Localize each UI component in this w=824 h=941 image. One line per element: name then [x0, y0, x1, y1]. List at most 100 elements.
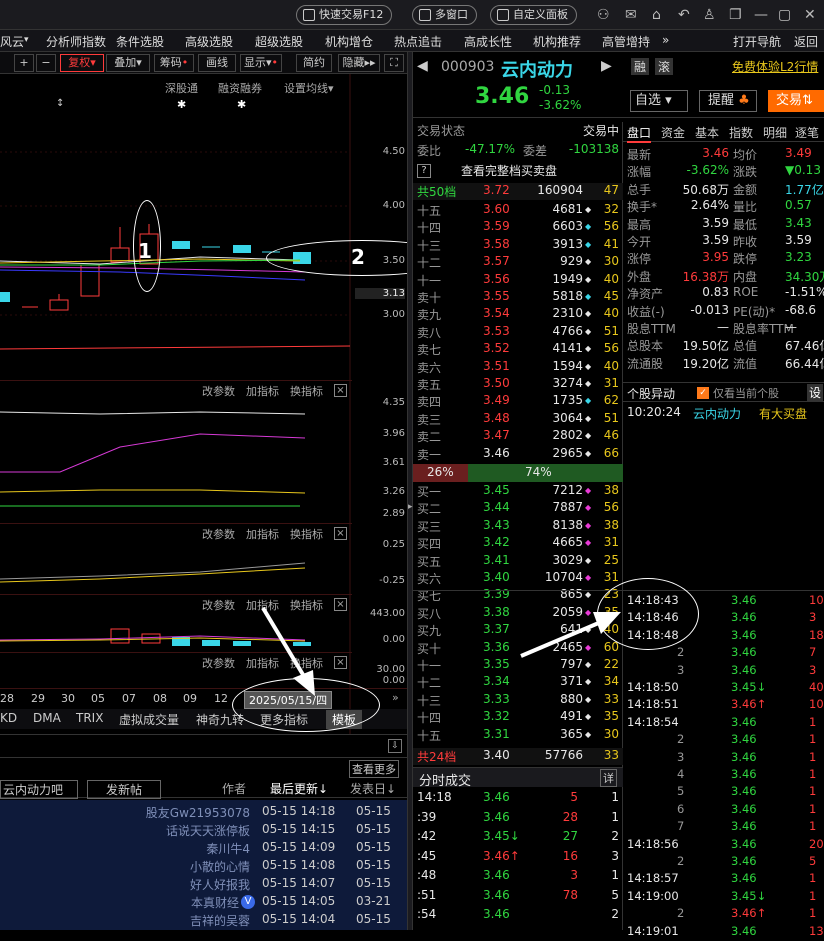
scroll-right-icon[interactable]: »: [392, 691, 399, 704]
l2-trial-link[interactable]: 免费体验L2行情: [732, 58, 818, 75]
ask-row[interactable]: 卖三 3.48 3064 ◆ 51: [413, 411, 623, 428]
new-post-button[interactable]: 发新帖: [87, 780, 161, 799]
menu-item[interactable]: 超级选股: [255, 33, 303, 50]
bid-row[interactable]: 买一 3.45 7212 ◆ 38: [413, 483, 623, 500]
user-icon[interactable]: ⚇: [597, 7, 610, 23]
tick-row[interactable]: 4 3.46 1: [627, 767, 824, 784]
indicator-tab[interactable]: KD: [0, 711, 17, 725]
menu-item[interactable]: 分析师指数: [46, 33, 106, 50]
zoom-in-button[interactable]: +: [14, 54, 34, 72]
menu-item[interactable]: 条件选股: [116, 33, 164, 50]
restore-icon[interactable]: ❐: [729, 7, 742, 23]
home-icon[interactable]: ⌂: [652, 7, 661, 23]
overlay-button[interactable]: 叠加▾: [106, 54, 150, 72]
bid-row[interactable]: 买三 3.43 8138 ◆ 38: [413, 518, 623, 535]
zoom-out-button[interactable]: −: [36, 54, 56, 72]
chips-button[interactable]: 筹码•: [154, 54, 194, 72]
multi-window-button[interactable]: 多窗口: [412, 5, 477, 25]
open-nav[interactable]: 打开导航: [733, 33, 781, 50]
alert-button[interactable]: 提醒 ♣: [699, 90, 757, 112]
ask-row[interactable]: 卖四 3.49 1735 ◆ 62: [413, 393, 623, 410]
edit-params[interactable]: 改参数: [202, 655, 235, 671]
ask-row[interactable]: 卖二 3.47 2802 ◆ 46: [413, 428, 623, 445]
bid-row[interactable]: 买四 3.42 4665 ◆ 31: [413, 535, 623, 552]
tick-row[interactable]: 5 3.46 1: [627, 784, 824, 801]
back-icon[interactable]: ↶: [678, 7, 690, 23]
forum-row[interactable]: 小散的心情 05-15 14:08 05-15: [0, 858, 407, 876]
forum-row[interactable]: 本真财经 V 05-15 14:05 03-21: [0, 894, 407, 912]
edit-params[interactable]: 改参数: [202, 526, 235, 542]
hide-button[interactable]: 隐藏▸▸: [338, 54, 380, 72]
tick-row[interactable]: 14:18:54 3.46 1: [627, 715, 824, 732]
menu-item[interactable]: 风云: [0, 33, 24, 50]
forum-row[interactable]: 吉祥的吴蓉 05-15 14:04 05-15: [0, 912, 407, 930]
movement-row[interactable]: 10:20:24 云内动力 有大买盘: [623, 405, 824, 423]
forum-row[interactable]: 好人好报我 05-15 14:07 05-15: [0, 876, 407, 894]
maximize-icon[interactable]: ▢: [778, 7, 791, 23]
tab-index[interactable]: 指数: [729, 124, 753, 141]
add-indicator[interactable]: 加指标: [246, 526, 279, 542]
swap-indicator[interactable]: 换指标: [290, 383, 323, 399]
custom-panel-button[interactable]: 自定义面板: [490, 5, 577, 25]
close-panel-icon[interactable]: ×: [334, 527, 347, 540]
checkbox-icon[interactable]: ✓: [697, 387, 709, 399]
bid-row[interactable]: 买二 3.44 7887 ◆ 56: [413, 500, 623, 517]
tick-row[interactable]: 14:19:00 3.45↓ 1: [627, 889, 824, 906]
tab-detail[interactable]: 明细: [763, 124, 787, 141]
tick-row[interactable]: 2 3.46 1: [627, 732, 824, 749]
tick-row[interactable]: 14:18:56 3.46 20: [627, 837, 824, 854]
forum-row[interactable]: 股友Gw21953078 05-15 14:18 05-15: [0, 804, 407, 822]
edit-params[interactable]: 改参数: [202, 383, 235, 399]
next-stock-icon[interactable]: ▶: [601, 58, 612, 74]
last-update-col[interactable]: 最后更新↓: [270, 780, 328, 797]
quick-trade-button[interactable]: 快速交易F12: [296, 5, 393, 25]
posted-col[interactable]: 发表日↓: [350, 780, 396, 797]
ask-row[interactable]: 卖五 3.50 3274 ◆ 31: [413, 376, 623, 393]
close-panel-icon[interactable]: ×: [334, 598, 347, 611]
shirt-icon[interactable]: ♙: [703, 7, 716, 23]
forum-row[interactable]: 话说天天涨停板 05-15 14:15 05-15: [0, 822, 407, 840]
tick-row[interactable]: 6 3.46 1: [627, 802, 824, 819]
indicator-tab[interactable]: TRIX: [76, 711, 103, 725]
back-link[interactable]: 返回: [794, 33, 818, 50]
tab-capital[interactable]: 资金: [661, 124, 685, 141]
menu-item[interactable]: 高成长性: [464, 33, 512, 50]
menu-item[interactable]: 高级选股: [185, 33, 233, 50]
menu-item[interactable]: 高管增持: [602, 33, 650, 50]
trade-button[interactable]: 交易⇅: [768, 90, 824, 112]
forum-row[interactable]: 秦川牛4 05-15 14:09 05-15: [0, 840, 407, 858]
tab-tick[interactable]: 逐笔: [795, 124, 819, 141]
edit-params[interactable]: 改参数: [202, 597, 235, 613]
tick-row[interactable]: 14:18:51 3.46↑ 10: [627, 697, 824, 714]
tick-row[interactable]: 7 3.46 1: [627, 819, 824, 836]
close-panel-icon[interactable]: ×: [334, 384, 347, 397]
watchlist-button[interactable]: 自选 ▾: [630, 90, 688, 112]
tick-row[interactable]: 2 3.46 5: [627, 854, 824, 871]
minimize-icon[interactable]: —: [754, 7, 768, 23]
indicator-tab[interactable]: DMA: [33, 711, 61, 725]
bid-row[interactable]: 买五 3.41 3029 ◆ 25: [413, 553, 623, 570]
tick-row[interactable]: 14:18:50 3.45↓ 40: [627, 680, 824, 697]
tab-basic[interactable]: 基本: [695, 124, 719, 141]
bid-row[interactable]: 买六 3.40 10704 ◆ 31: [413, 570, 623, 587]
tab-pankou[interactable]: 盘口: [627, 124, 652, 143]
board-button[interactable]: 云内动力吧: [0, 780, 78, 799]
tick-row[interactable]: 14:19:01 3.46 131: [627, 924, 824, 941]
tick-row[interactable]: 2 3.46↑ 1: [627, 906, 824, 923]
fullscreen-icon[interactable]: ⛶: [384, 54, 404, 72]
ask-row[interactable]: 卖一 3.46 2965 ◆ 66: [413, 446, 623, 463]
add-indicator[interactable]: 加指标: [246, 383, 279, 399]
tick-row[interactable]: 3 3.46 1: [627, 750, 824, 767]
kline-chart[interactable]: 深股通 融资融券 设置均线▾ ↕ ✱ ✱ 4.50 4.00 3.50 3.13…: [0, 74, 407, 734]
tick-row[interactable]: 14:18:57 3.46 1: [627, 871, 824, 888]
simple-button[interactable]: 简约: [296, 54, 332, 72]
menu-item[interactable]: 热点追击: [394, 33, 442, 50]
close-icon[interactable]: ✕: [804, 7, 816, 23]
adjust-button[interactable]: 复权▾: [60, 54, 104, 72]
tick-row[interactable]: 3 3.46 3: [627, 663, 824, 680]
prev-stock-icon[interactable]: ◀: [417, 58, 428, 74]
view-more-button[interactable]: 查看更多: [349, 760, 399, 778]
menu-item[interactable]: 机构推荐: [533, 33, 581, 50]
swap-indicator[interactable]: 换指标: [290, 526, 323, 542]
menu-item[interactable]: 机构增仓: [325, 33, 373, 50]
